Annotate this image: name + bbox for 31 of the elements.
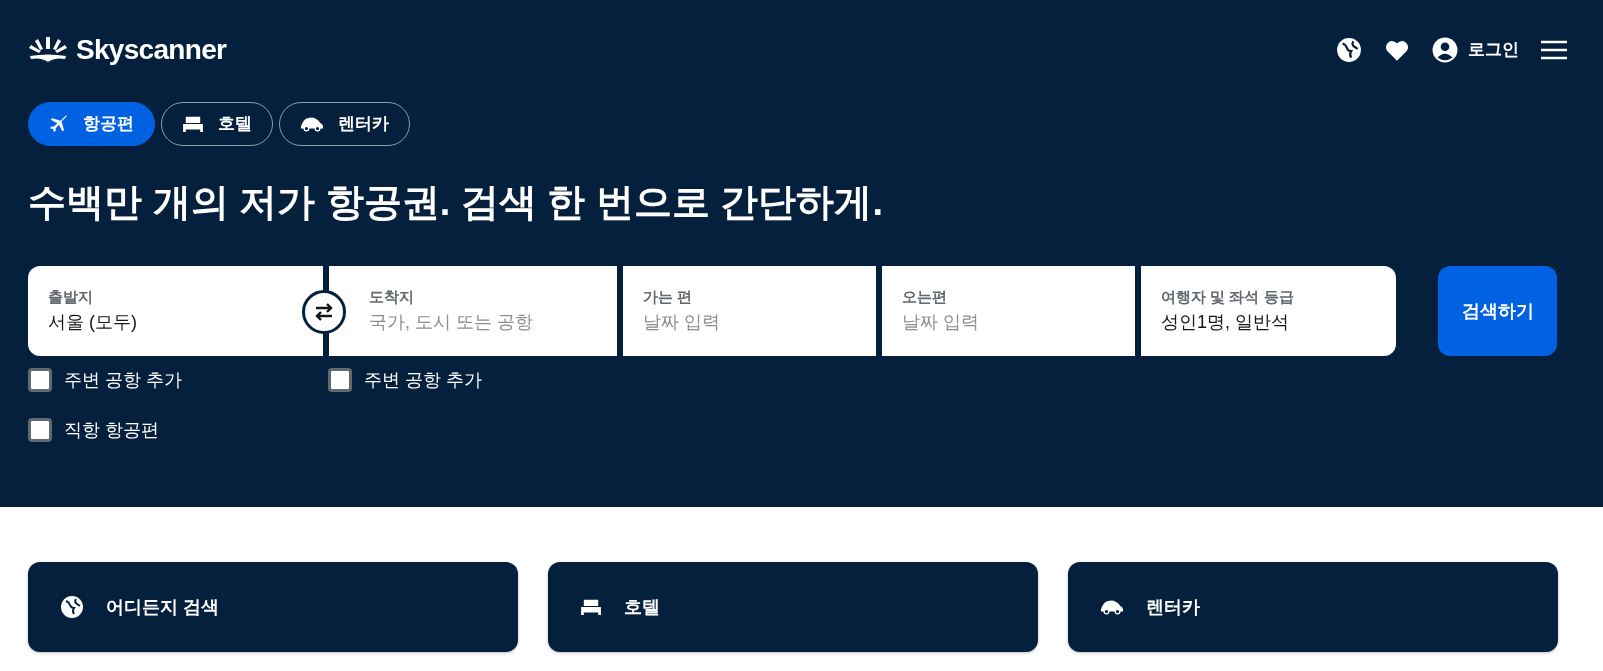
globe-icon[interactable]: [1336, 37, 1362, 63]
swap-icon: [314, 303, 334, 321]
checkbox-label: 직항 항공편: [64, 418, 159, 442]
shortcut-card[interactable]: 호텔: [548, 562, 1038, 652]
search-field[interactable]: 가는 편 날짜 입력: [623, 266, 876, 356]
logo-text[interactable]: Skyscanner: [76, 29, 227, 71]
category-tab[interactable]: 항공편: [28, 102, 155, 146]
search-field[interactable]: 여행자 및 좌석 등급 성인1명, 일반석: [1141, 266, 1396, 356]
checkbox[interactable]: [28, 368, 52, 392]
search-button[interactable]: 검색하기: [1438, 266, 1557, 356]
user-icon[interactable]: [1432, 37, 1458, 63]
shortcut-card[interactable]: 어디든지 검색: [28, 562, 518, 652]
globe-icon: [60, 595, 84, 619]
bed-icon: [580, 598, 602, 616]
checkbox-label: 주변 공항 추가: [64, 368, 182, 392]
bed-icon: [182, 115, 204, 133]
shortcut-card[interactable]: 렌터카: [1068, 562, 1558, 652]
menu-icon[interactable]: [1541, 40, 1567, 60]
checkbox[interactable]: [328, 368, 352, 392]
headline: 수백만 개의 저가 항공권. 검색 한 번으로 간단하게.: [28, 180, 885, 225]
checkbox-label: 주변 공항 추가: [364, 368, 482, 392]
plane-icon: [49, 114, 69, 134]
checkbox[interactable]: [28, 418, 52, 442]
heart-icon[interactable]: [1384, 38, 1410, 62]
logo-icon: [28, 35, 68, 65]
login-link[interactable]: 로그인: [1468, 37, 1519, 63]
car-icon: [300, 116, 324, 132]
search-field[interactable]: 도착지 국가, 도시 또는 공항: [329, 266, 617, 356]
car-icon: [1100, 599, 1124, 615]
search-field[interactable]: 출발지 서울 (모두): [28, 266, 323, 356]
search-field[interactable]: 오는편 날짜 입력: [882, 266, 1135, 356]
